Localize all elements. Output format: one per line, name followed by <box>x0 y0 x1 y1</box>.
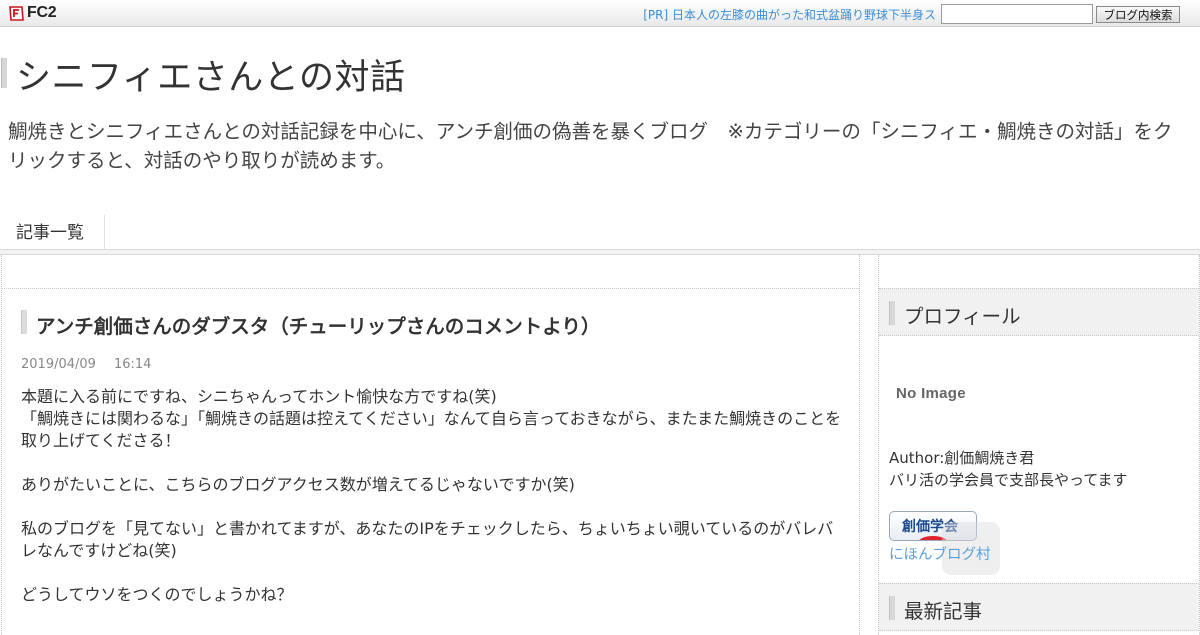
entry-line: 私のブログを「見てない」と書かれてますが、あなたのIPをチェックしたら、ちょいち… <box>21 519 834 560</box>
entry-line: ありがたいことに、こちらのブログアクセス数が増えてるじゃないですか(笑) <box>21 475 575 494</box>
profile-author-name: Author:創価鯛焼き君 <box>889 449 1035 467</box>
column-gutter <box>860 255 878 635</box>
profile-author-info: Author:創価鯛焼き君 バリ活の学会員で支部長やってます <box>889 447 1128 491</box>
profile-author-bio: バリ活の学会員で支部長やってます <box>889 471 1128 489</box>
nihon-blog-mura-link[interactable]: にほんブログ村 <box>889 543 991 564</box>
nav-item-article-list[interactable]: 記事一覧 <box>0 215 105 251</box>
profile-heading-text: プロフィール <box>904 305 1021 328</box>
entry-datetime: 2019/04/09 16:14 <box>21 357 169 372</box>
pr-ad-link[interactable]: [PR] 日本人の左膝の曲がった和式盆踊り野球下半身ス <box>643 6 936 23</box>
blog-search-button[interactable]: ブログ内検索 <box>1096 6 1180 23</box>
profile-heading: プロフィール <box>879 288 1199 336</box>
entry-body: 本題に入る前にですね、シニちゃんってホント愉快な方ですね(笑) 「鯛焼きには関わ… <box>21 386 843 606</box>
entry-date: 2019/04/09 <box>21 357 96 372</box>
sidebar-top-strip <box>879 255 1199 289</box>
blog-title[interactable]: シニフィエさんとの対話 <box>16 49 405 100</box>
title-accent-bar <box>1 58 7 88</box>
entry-line: どうしてウソをつくのでしょうかね？ <box>21 585 293 604</box>
entry-time: 16:14 <box>113 357 152 372</box>
main-column-top-strip <box>2 255 859 289</box>
fc2-logo-text: FC2 <box>27 4 57 21</box>
recent-heading-text: 最新記事 <box>904 600 983 623</box>
entry-line: 「鯛焼きには関わるな」「鯛焼きの話題は控えてください」なんて自ら言っておきながら… <box>21 409 842 450</box>
blog-description: 鯛焼きとシニフィエさんとの対話記録を中心に、アンチ創価の偽善を暴くブログ ※カテ… <box>8 120 1173 172</box>
profile-heading-accent-bar <box>889 301 895 325</box>
recent-heading-accent-bar <box>889 596 895 620</box>
entry-line: 本題に入る前にですね、シニちゃんってホント愉快な方ですね(笑) <box>21 387 497 406</box>
fc2-logo[interactable]: FC2 <box>8 4 57 22</box>
profile-no-image: No Image <box>896 385 966 402</box>
blog-search-input[interactable] <box>941 4 1093 24</box>
fc2-top-bar: FC2 [PR] 日本人の左膝の曲がった和式盆踊り野球下半身ス ブログ内検索 <box>0 0 1200 27</box>
fc2-logo-icon <box>9 5 24 21</box>
recent-heading: 最新記事 <box>879 583 1199 631</box>
entry-title-accent-bar <box>21 310 27 334</box>
entry-title[interactable]: アンチ創価さんのダブスタ（チューリップさんのコメントより） <box>36 310 600 339</box>
